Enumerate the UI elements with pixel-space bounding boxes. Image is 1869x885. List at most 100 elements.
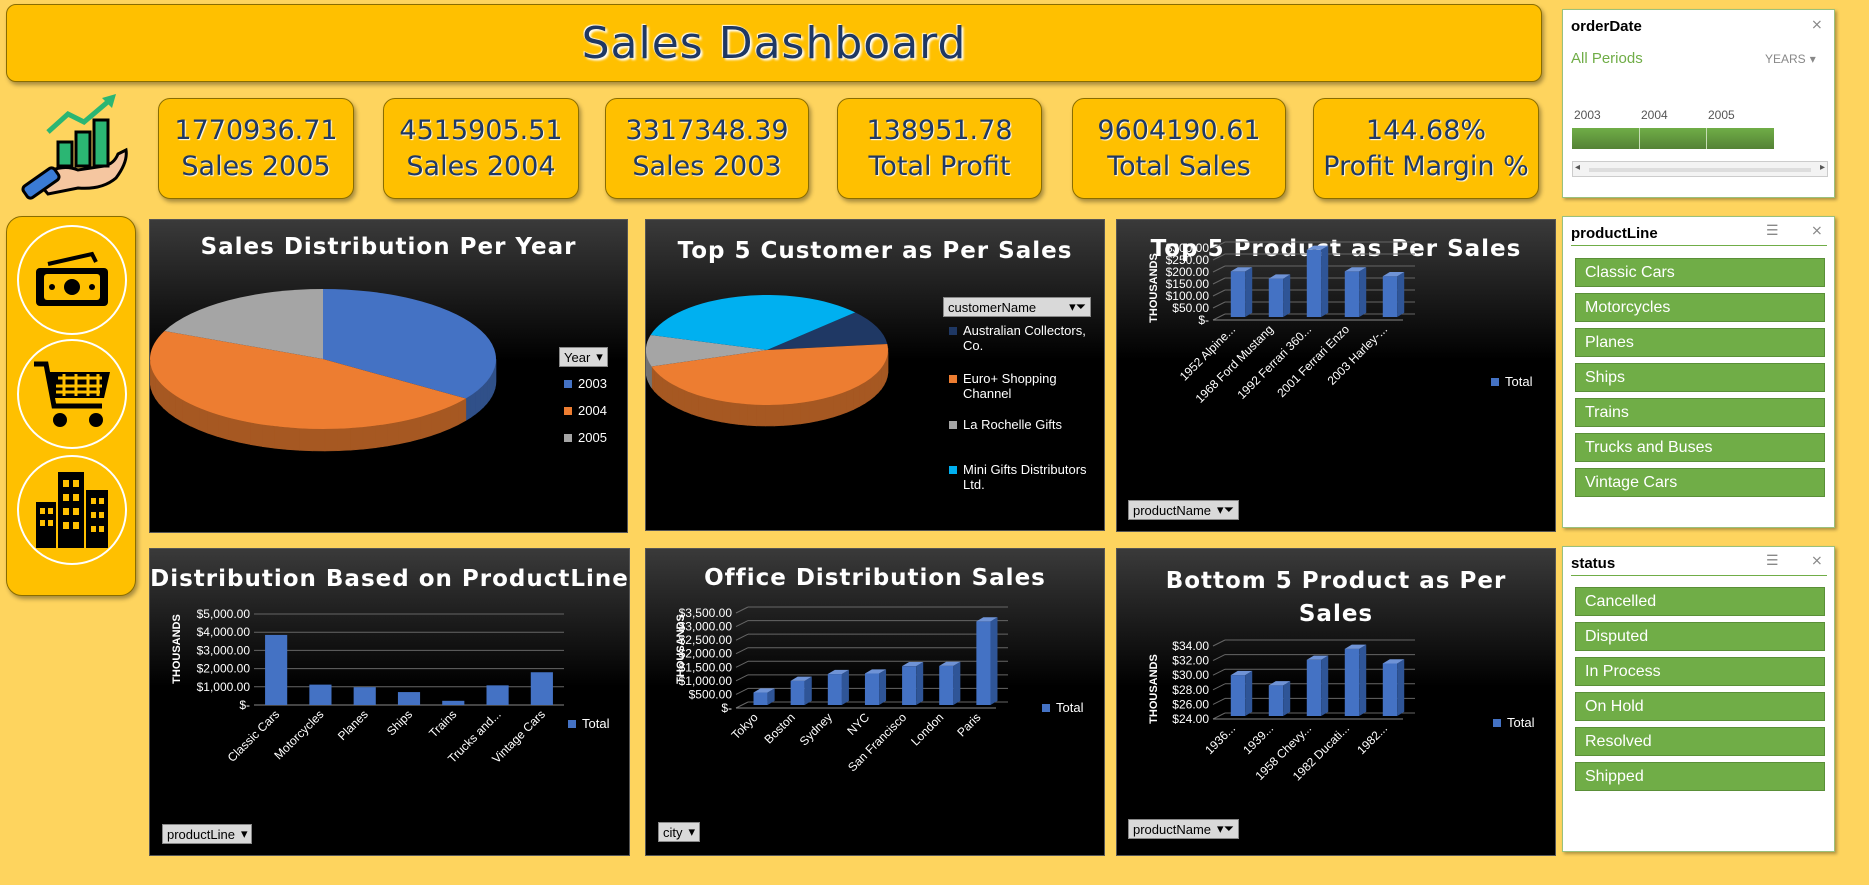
productname-filter-button[interactable]: productName ▾⏷ bbox=[1128, 500, 1239, 520]
slicer-item[interactable]: Motorcycles bbox=[1575, 293, 1825, 322]
productline-filter-button[interactable]: productLine ▾ bbox=[162, 824, 253, 844]
bar-2[interactable] bbox=[1306, 659, 1322, 716]
level-selector[interactable]: YEARS ▾ bbox=[1765, 52, 1816, 66]
year-filter-button[interactable]: Year ▾ bbox=[559, 347, 608, 367]
chart-panel-bottom5-products[interactable]: Bottom 5 Product as Per Sales $24.00 $26.… bbox=[1116, 548, 1556, 856]
slicer-item[interactable]: Shipped bbox=[1575, 762, 1825, 791]
productname-filter-button[interactable]: productName ▾⏷ bbox=[1128, 819, 1239, 839]
chevron-down-icon: ▾ bbox=[240, 826, 248, 841]
customername-filter-button[interactable]: customerName ▾⏷ bbox=[943, 297, 1091, 317]
slicer-item[interactable]: Trains bbox=[1575, 398, 1825, 427]
legend-item: 2003 bbox=[564, 376, 607, 391]
bar-5[interactable] bbox=[486, 685, 509, 705]
slicer-item[interactable]: Vintage Cars bbox=[1575, 468, 1825, 497]
slicer-item[interactable]: Planes bbox=[1575, 328, 1825, 357]
y-axis-label: THOUSANDS bbox=[675, 614, 687, 684]
period-label: All Periods bbox=[1571, 50, 1643, 67]
bar-0[interactable] bbox=[1230, 271, 1246, 317]
clear-filter-icon[interactable]: ⨯ bbox=[1811, 222, 1823, 239]
legend-item: 2005 bbox=[564, 430, 607, 445]
bar-4[interactable] bbox=[902, 666, 917, 705]
bar-2[interactable] bbox=[353, 687, 376, 705]
field-label: productName bbox=[1133, 821, 1212, 837]
bar-3[interactable] bbox=[1344, 271, 1360, 317]
slicer-item[interactable]: Resolved bbox=[1575, 727, 1825, 756]
bar-1[interactable] bbox=[1268, 685, 1284, 716]
bar-4[interactable] bbox=[1382, 663, 1398, 716]
field-label: customerName bbox=[948, 299, 1037, 315]
bar-3[interactable] bbox=[864, 673, 880, 705]
multi-select-icon[interactable]: ☰ bbox=[1766, 222, 1779, 239]
slicer-orderdate[interactable]: orderDate ⨯ All Periods YEARS ▾ 2003 2004… bbox=[1562, 9, 1835, 198]
x-tick-label: 1939... bbox=[1240, 721, 1276, 757]
pie-chart-year bbox=[150, 289, 497, 452]
chart-panel-top5-customers[interactable]: Top 5 Customer as Per Sales customerName… bbox=[645, 219, 1105, 531]
x-tick-label: Sydney bbox=[797, 710, 835, 748]
kpi-value: 3317348.39 bbox=[625, 114, 789, 146]
slicer-item[interactable]: Cancelled bbox=[1575, 587, 1825, 616]
x-tick-label: 1982... bbox=[1354, 721, 1390, 757]
bar-2[interactable] bbox=[1306, 249, 1322, 317]
legend-label: Total bbox=[1505, 374, 1533, 389]
timeline-scrollbar[interactable]: ◂ ▸ bbox=[1572, 161, 1828, 177]
chevron-down-icon: ▾ bbox=[1809, 52, 1816, 66]
bar-3[interactable] bbox=[1344, 648, 1360, 716]
scroll-right-icon[interactable]: ▸ bbox=[1820, 162, 1825, 173]
bar-1[interactable] bbox=[790, 680, 805, 705]
slicer-item[interactable]: Disputed bbox=[1575, 622, 1825, 651]
legend-label: Australian Collectors, Co. bbox=[963, 323, 1086, 353]
bar-6[interactable] bbox=[976, 621, 991, 705]
legend-swatch bbox=[1042, 704, 1050, 712]
bar-0[interactable] bbox=[753, 692, 768, 705]
legend-item: Total bbox=[568, 716, 609, 731]
bar-4[interactable] bbox=[1382, 276, 1398, 317]
slicer-productline[interactable]: productLine ☰ ⨯ Classic Cars Motorcycles… bbox=[1562, 216, 1835, 528]
bar-2[interactable] bbox=[827, 674, 842, 705]
bar-3[interactable] bbox=[397, 692, 421, 705]
slicer-item[interactable]: Trucks and Buses bbox=[1575, 433, 1825, 462]
filter-icon: ▾⏷ bbox=[1217, 821, 1234, 836]
chart-panel-top5-products[interactable]: Top 5 Product as Per Sales $- $50.00 $100.… bbox=[1116, 219, 1556, 532]
chart-panel-sales-per-year[interactable]: Sales Distribution Per Year Year ▾ 2003 2… bbox=[149, 219, 628, 533]
y-tick-label: $100.00 bbox=[1166, 289, 1210, 303]
slicer-item[interactable]: On Hold bbox=[1575, 692, 1825, 721]
scroll-thumb[interactable] bbox=[1589, 168, 1811, 172]
kpi-label: Profit Margin % bbox=[1323, 150, 1529, 182]
kpi-label: Total Sales bbox=[1107, 150, 1251, 182]
city-filter-button[interactable]: city ▾ bbox=[658, 822, 701, 842]
kpi-label: Sales 2005 bbox=[181, 150, 331, 182]
money-icon[interactable] bbox=[17, 225, 127, 335]
y-tick-label: $1,000.00 bbox=[197, 680, 251, 694]
x-tick-label: Paris bbox=[954, 710, 983, 739]
kpi-value: 144.68% bbox=[1365, 114, 1487, 146]
bar-chart-productline: $- $1,000.00 $2,000.00 $3,000.00 $4,000.00 $5… bbox=[171, 607, 564, 766]
y-tick-label: $5,000.00 bbox=[197, 607, 251, 621]
bar-1[interactable] bbox=[309, 684, 332, 705]
bar-5[interactable] bbox=[939, 665, 954, 705]
legend-label: Euro+ Shopping Channel bbox=[963, 371, 1057, 401]
cart-icon[interactable] bbox=[17, 339, 127, 449]
slicer-title: productLine bbox=[1571, 225, 1658, 242]
bar-0[interactable] bbox=[1230, 675, 1246, 716]
scroll-left-icon[interactable]: ◂ bbox=[1575, 162, 1580, 173]
bar-4[interactable] bbox=[442, 700, 465, 705]
slicer-item[interactable]: In Process bbox=[1575, 657, 1825, 686]
slicer-item[interactable]: Ships bbox=[1575, 363, 1825, 392]
buildings-icon[interactable] bbox=[17, 455, 127, 565]
timeline-bar[interactable] bbox=[1572, 128, 1774, 149]
bar-0[interactable] bbox=[265, 634, 288, 705]
legend-label: Total bbox=[1056, 700, 1084, 715]
y-axis-label: THOUSANDS bbox=[1148, 253, 1160, 323]
x-tick-label: Tokyo bbox=[729, 710, 761, 742]
clear-filter-icon[interactable]: ⨯ bbox=[1811, 16, 1823, 33]
field-label: productName bbox=[1133, 502, 1212, 518]
chart-panel-office[interactable]: Office Distribution Sales $- $500.00 $1,00… bbox=[645, 548, 1105, 856]
multi-select-icon[interactable]: ☰ bbox=[1766, 552, 1779, 569]
legend-label: 2004 bbox=[578, 403, 607, 418]
clear-filter-icon[interactable]: ⨯ bbox=[1811, 552, 1823, 569]
slicer-item[interactable]: Classic Cars bbox=[1575, 258, 1825, 287]
bar-6[interactable] bbox=[530, 672, 553, 705]
slicer-status[interactable]: status ☰ ⨯ Cancelled Disputed In Process… bbox=[1562, 546, 1835, 852]
chart-panel-productline[interactable]: Distribution Based on ProductLine $- $1,0… bbox=[149, 548, 630, 856]
bar-1[interactable] bbox=[1268, 278, 1284, 317]
